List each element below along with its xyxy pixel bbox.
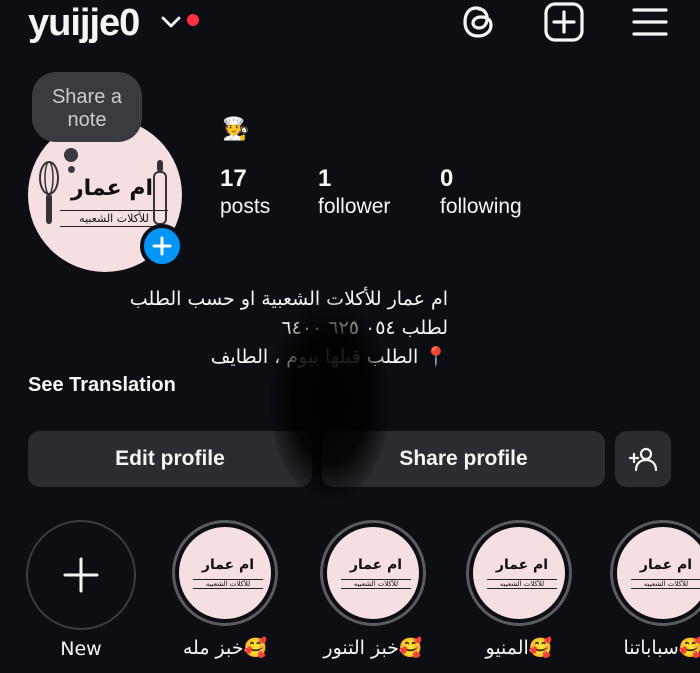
highlight-item[interactable]: ام عمار للأكلات الشعبيه 🥰المنيو [462,520,576,659]
highlight-label: New [60,638,102,660]
stat-value: 17 [220,165,247,192]
chef-emoji: 🧑‍🍳 [222,116,250,141]
highlight-logo-subtitle: للأكلات الشعبيه [193,579,263,589]
highlight-label: 🥰خبز مله [182,637,268,659]
notification-dot [187,14,199,26]
stat-value: 1 [318,165,332,192]
stat-posts[interactable]: 17 posts [220,165,270,219]
highlight-item[interactable]: ام عمار للأكلات الشعبيه 🥰خبز مله [168,520,282,659]
highlight-label: 🥰المنيو [485,637,553,659]
stat-label: follower [318,195,391,218]
logo-title: ام عمار [70,176,154,201]
stat-label: following [440,195,522,218]
add-story-button[interactable] [140,224,184,268]
highlight-logo-title: ام عمار [495,557,549,573]
stat-followers[interactable]: 1 follower [318,165,390,219]
chevron-down-icon[interactable] [160,14,182,35]
redaction-smudge [270,300,390,500]
highlight-logo-title: ام عمار [201,557,255,573]
highlight-logo-subtitle: للأكلات الشعبيه [487,579,557,589]
stat-following[interactable]: 0 following [440,165,522,219]
bio-line-1: ام عمار للأكلات الشعبية او حسب الطلب [129,288,448,310]
highlight-logo-subtitle: للأكلات الشعبيه [631,579,700,589]
see-translation-link[interactable]: See Translation [28,374,176,397]
stat-value: 0 [440,165,454,192]
stat-label: posts [220,195,271,218]
menu-icon[interactable] [628,0,672,44]
logo-subtitle: للأكلات الشعبيه [60,210,168,227]
note-tail-small [68,166,75,173]
plus-icon [63,557,99,593]
note-bubble[interactable]: Share a note [32,72,142,142]
highlight-logo-title: ام عمار [639,557,693,573]
highlight-item[interactable]: ام عمار للأكلات الشعبيه 🥰خبز التنور [316,520,430,659]
username[interactable]: yuijje0 [28,2,140,45]
highlight-label: 🥰سباباتنا [623,637,700,659]
highlight-new[interactable]: New [24,520,138,660]
create-post-icon[interactable] [542,0,586,44]
highlight-label: 🥰خبز التنور [323,637,423,659]
bio-line-2: لطلب ٠٥٤ ٦٢٥ ٦٤٠٠ [281,317,448,339]
highlight-item[interactable]: ام عمار للأكلات الشعبيه 🥰سباباتنا [606,520,700,659]
discover-people-button[interactable] [615,431,671,487]
highlight-logo-subtitle: للأكلات الشعبيه [341,579,411,589]
highlight-logo-title: ام عمار [349,557,403,573]
edit-profile-button[interactable]: Edit profile [28,431,312,487]
threads-icon[interactable] [457,0,501,44]
note-tail [64,148,78,162]
add-person-icon [628,447,658,472]
